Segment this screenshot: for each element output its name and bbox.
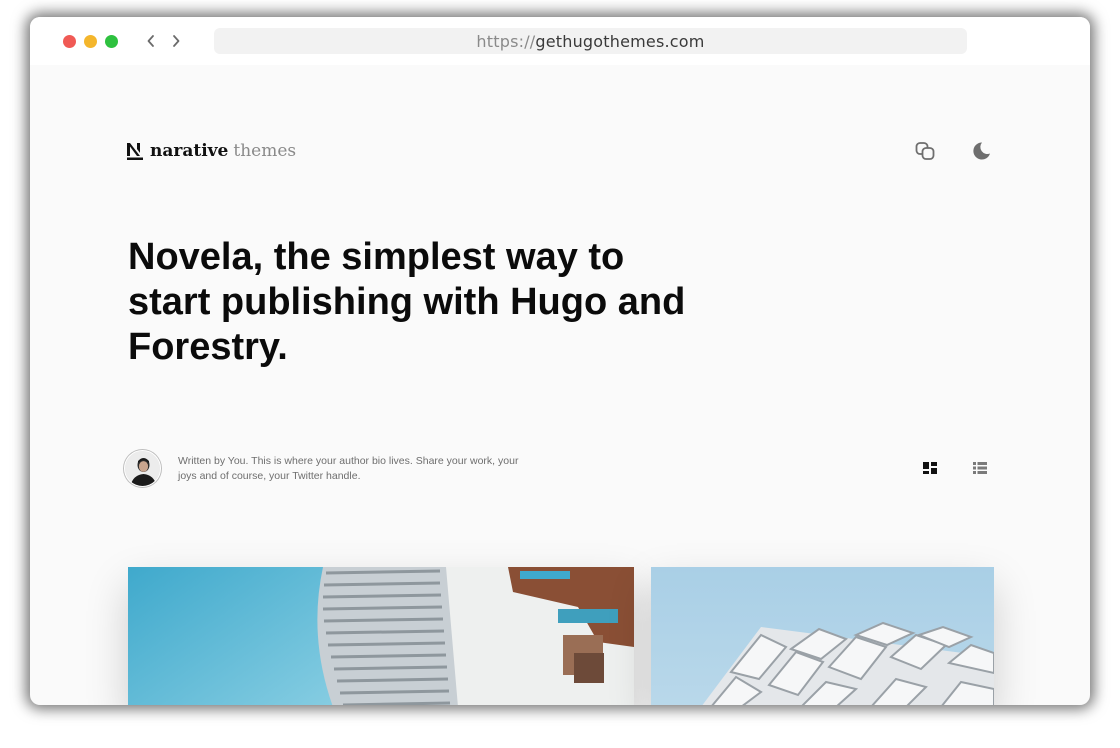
chevron-left-icon — [147, 35, 154, 47]
article-image-facade — [651, 567, 994, 705]
site-logo[interactable]: narative themes — [127, 139, 296, 163]
forward-button[interactable] — [167, 31, 185, 51]
author-photo — [125, 451, 160, 486]
close-window-button[interactable] — [63, 35, 76, 48]
article-image-building — [128, 567, 634, 705]
browser-window: https://gethugothemes.com narative theme… — [30, 17, 1090, 705]
minimize-window-button[interactable] — [84, 35, 97, 48]
grid-layout-icon — [923, 462, 937, 474]
list-layout-button[interactable] — [968, 456, 992, 480]
dark-mode-toggle[interactable] — [969, 139, 993, 163]
maximize-window-button[interactable] — [105, 35, 118, 48]
address-bar[interactable]: https://gethugothemes.com — [214, 28, 967, 54]
moon-icon — [973, 142, 990, 160]
article-card[interactable] — [651, 567, 994, 705]
logo-primary-text: narative — [150, 141, 229, 161]
author-bio: Written by You. This is where your autho… — [178, 455, 519, 482]
grid-layout-button[interactable] — [918, 456, 942, 480]
hero-title: Novela, the simplest way to start publis… — [128, 236, 686, 368]
url-domain: gethugothemes.com — [535, 31, 705, 51]
url-protocol: https:// — [476, 31, 536, 51]
narative-logo-icon — [127, 142, 143, 160]
article-card[interactable] — [128, 567, 634, 705]
chevron-right-icon — [173, 35, 180, 47]
back-button[interactable] — [142, 31, 160, 51]
copy-link-button[interactable] — [913, 139, 937, 163]
author-avatar[interactable] — [124, 450, 161, 487]
list-layout-icon — [973, 462, 987, 474]
browser-titlebar: https://gethugothemes.com — [30, 17, 1090, 65]
logo-secondary-text: themes — [233, 141, 297, 161]
copy-link-icon — [915, 142, 935, 160]
